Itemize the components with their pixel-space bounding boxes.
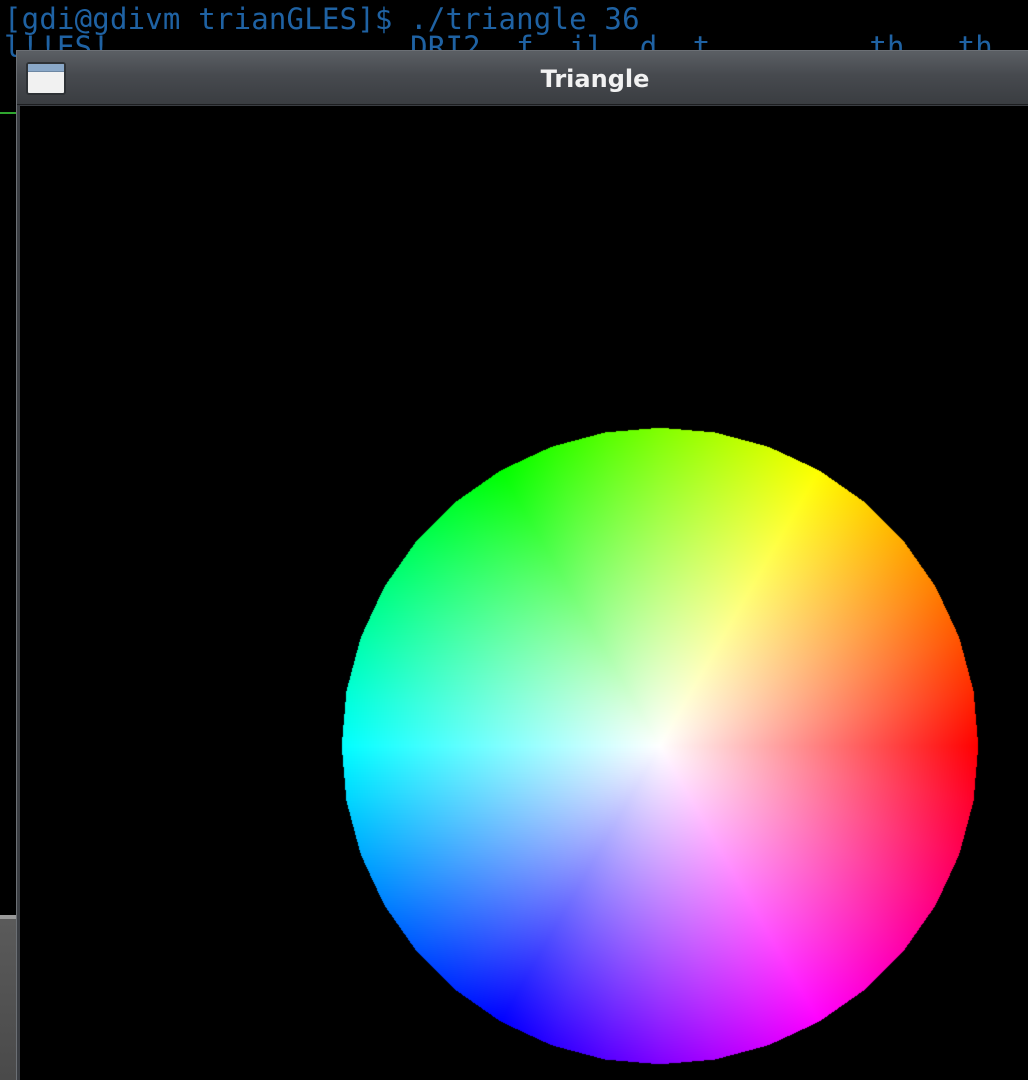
triangle-window[interactable]: Triangle	[16, 50, 1028, 1080]
window-titlebar[interactable]: Triangle	[17, 51, 1028, 105]
terminal-cursor-mark	[0, 112, 16, 114]
window-title: Triangle	[540, 65, 650, 93]
desktop: [gdi@gdivm trianGLES]$ ./triangle 36 l!!…	[0, 0, 1028, 1080]
gl-client-area[interactable]	[20, 106, 1028, 1080]
color-wheel-canvas	[20, 106, 1028, 1080]
